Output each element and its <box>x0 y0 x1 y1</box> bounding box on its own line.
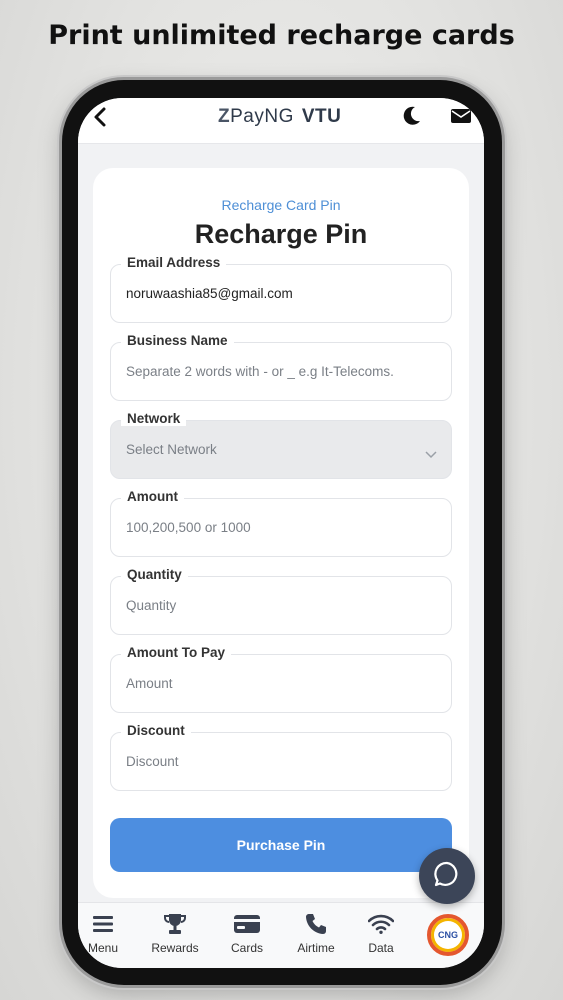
nav-label-menu: Menu <box>87 941 119 955</box>
card-icon <box>217 911 277 937</box>
amount-to-pay-label: Amount To Pay <box>121 645 232 660</box>
email-value: noruwaashia85@gmail.com <box>126 286 293 301</box>
top-bar: ZPayNG VTU <box>78 98 484 144</box>
nav-label-airtime: Airtime <box>297 941 335 955</box>
quantity-field[interactable]: Quantity Quantity <box>110 567 452 635</box>
quantity-label: Quantity <box>121 567 188 582</box>
nav-item-rewards[interactable]: Rewards <box>145 911 205 955</box>
phone-icon <box>286 911 346 937</box>
nav-item-airtime[interactable]: Airtime <box>286 911 346 955</box>
form-title: Recharge Pin <box>194 219 368 249</box>
brand-name: PayNG <box>230 106 294 127</box>
trophy-icon <box>145 911 205 937</box>
email-field[interactable]: Email Address noruwaashia85@gmail.com <box>110 255 452 323</box>
recharge-form-card: Recharge Card Pin Recharge Pin Email Add… <box>93 168 469 898</box>
amount-placeholder: 100,200,500 or 1000 <box>126 520 251 535</box>
cng-badge-text: CNG <box>438 930 458 940</box>
chat-bubble-icon <box>434 861 460 892</box>
dark-mode-moon-icon[interactable] <box>400 105 422 132</box>
nav-label-rewards: Rewards <box>151 941 199 955</box>
nav-label-cards: Cards <box>230 941 263 955</box>
discount-label: Discount <box>121 723 191 738</box>
chat-button[interactable] <box>419 848 475 904</box>
cng-logo-badge[interactable]: CNG <box>427 914 469 956</box>
nav-item-cards[interactable]: Cards <box>217 911 277 955</box>
email-label: Email Address <box>121 255 227 270</box>
wifi-icon <box>351 911 411 937</box>
menu-icon <box>78 911 133 937</box>
business-name-label: Business Name <box>121 333 234 348</box>
nav-label-data: Data <box>368 941 394 955</box>
network-placeholder: Select Network <box>126 442 217 457</box>
network-label: Network <box>121 411 187 426</box>
business-name-placeholder: Separate 2 words with - or _ e.g It-Tele… <box>126 364 394 379</box>
network-select[interactable]: Network Select Network <box>110 411 452 479</box>
amount-to-pay-placeholder: Amount <box>126 676 173 691</box>
brand-suffix: VTU <box>301 106 342 127</box>
nav-item-menu[interactable]: Menu <box>78 911 133 955</box>
chevron-down-icon <box>425 446 437 464</box>
amount-field[interactable]: Amount 100,200,500 or 1000 <box>110 489 452 557</box>
business-name-field[interactable]: Business Name Separate 2 words with - or… <box>110 333 452 401</box>
amount-to-pay-field[interactable]: Amount To Pay Amount <box>110 645 452 713</box>
purchase-pin-button[interactable]: Purchase Pin <box>110 818 452 872</box>
back-arrow-icon[interactable] <box>92 106 108 133</box>
app-screen: ZPayNG VTU Recharge Card Pin Recharge Pin… <box>78 98 484 968</box>
bottom-nav: Menu Rewards Cards Airtime Data <box>78 902 484 968</box>
mail-icon[interactable] <box>450 107 472 130</box>
amount-label: Amount <box>121 489 184 504</box>
brand-z: Z <box>218 106 231 127</box>
form-subtitle: Recharge Card Pin <box>221 197 341 213</box>
brand-logo: ZPayNG VTU <box>218 106 341 128</box>
quantity-placeholder: Quantity <box>126 598 177 613</box>
discount-field[interactable]: Discount Discount <box>110 723 452 791</box>
nav-item-data[interactable]: Data <box>351 911 411 955</box>
headline: Print unlimited recharge cards <box>48 20 515 51</box>
discount-placeholder: Discount <box>126 754 179 769</box>
